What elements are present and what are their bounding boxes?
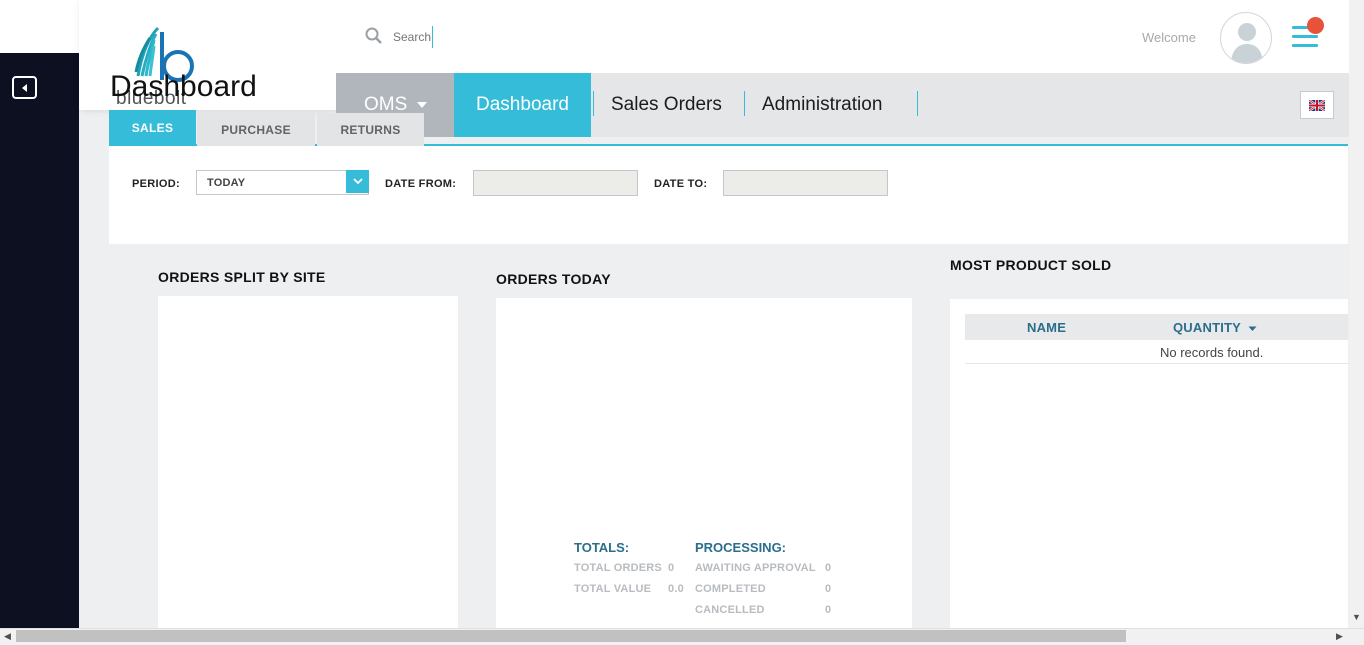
nav-administration[interactable]: Administration xyxy=(762,94,882,116)
tab-sales[interactable]: SALES xyxy=(109,110,196,146)
search-icon[interactable] xyxy=(365,27,383,45)
language-selector[interactable] xyxy=(1300,91,1334,119)
column-name[interactable]: NAME xyxy=(1027,320,1066,335)
total-value-label: TOTAL VALUE xyxy=(574,583,652,595)
most-sold-title: MOST PRODUCT SOLD xyxy=(950,257,1112,273)
period-label: PERIOD: xyxy=(132,178,180,190)
nav-sales-orders[interactable]: Sales Orders xyxy=(611,94,722,116)
page-title: Dashboard xyxy=(110,70,257,103)
sort-desc-icon xyxy=(1248,326,1257,331)
chevron-down-icon xyxy=(417,101,428,108)
collapse-sidebar-icon[interactable] xyxy=(12,76,37,99)
cancelled-label: CANCELLED xyxy=(695,604,765,616)
vertical-scrollbar[interactable] xyxy=(1349,0,1364,628)
totals-heading: TOTALS: xyxy=(574,540,630,555)
completed-label: COMPLETED xyxy=(695,583,766,595)
notification-badge xyxy=(1307,17,1324,34)
most-sold-panel xyxy=(950,299,1348,628)
date-from-label: DATE FROM: xyxy=(385,178,457,190)
nav-divider xyxy=(744,91,745,116)
date-from-input[interactable] xyxy=(473,170,638,196)
period-select[interactable]: TODAY xyxy=(196,170,369,195)
search-input[interactable] xyxy=(393,26,433,48)
uk-flag-icon xyxy=(1309,99,1325,111)
completed-value: 0 xyxy=(825,583,832,595)
chevron-down-icon[interactable] xyxy=(346,170,369,193)
date-to-input[interactable] xyxy=(723,170,888,196)
column-quantity-label: QUANTITY xyxy=(1173,320,1241,335)
tab-returns[interactable]: RETURNS xyxy=(317,113,424,146)
date-to-label: DATE TO: xyxy=(654,178,708,190)
orders-today-panel xyxy=(496,298,912,628)
product-table-header xyxy=(965,314,1348,340)
nav-oms-label: OMS xyxy=(364,94,408,115)
tab-purchase[interactable]: PURCHASE xyxy=(197,113,315,146)
orders-split-title: ORDERS SPLIT BY SITE xyxy=(158,269,326,285)
awaiting-approval-label: AWAITING APPROVAL xyxy=(695,562,816,574)
total-orders-value: 0 xyxy=(668,562,675,574)
nav-divider xyxy=(917,91,918,116)
welcome-text: Welcome xyxy=(1142,30,1196,45)
orders-split-panel xyxy=(158,296,458,628)
horizontal-scroll-thumb[interactable] xyxy=(16,630,1126,642)
left-sidebar xyxy=(0,53,79,628)
user-avatar[interactable] xyxy=(1220,12,1272,64)
awaiting-approval-value: 0 xyxy=(825,562,832,574)
nav-dashboard[interactable]: Dashboard xyxy=(454,73,591,137)
column-quantity[interactable]: QUANTITY xyxy=(1173,320,1257,335)
total-value-value: 0.0 xyxy=(668,583,684,595)
logo-card-corner xyxy=(0,0,79,53)
processing-heading: PROCESSING: xyxy=(695,540,787,555)
nav-divider xyxy=(593,91,594,116)
orders-today-title: ORDERS TODAY xyxy=(496,271,611,287)
scroll-down-icon[interactable]: ▼ xyxy=(1352,612,1361,622)
scroll-left-icon[interactable]: ◀ xyxy=(4,631,11,642)
app-root: bluebolt Dashboard Welcome OMS Dashboard… xyxy=(0,0,1364,645)
empty-table-message: No records found. xyxy=(1160,345,1264,360)
top-header xyxy=(336,0,1349,73)
total-orders-label: TOTAL ORDERS xyxy=(574,562,662,574)
scroll-right-icon[interactable]: ▶ xyxy=(1336,631,1343,642)
table-row-divider xyxy=(965,363,1348,364)
cancelled-value: 0 xyxy=(825,604,832,616)
